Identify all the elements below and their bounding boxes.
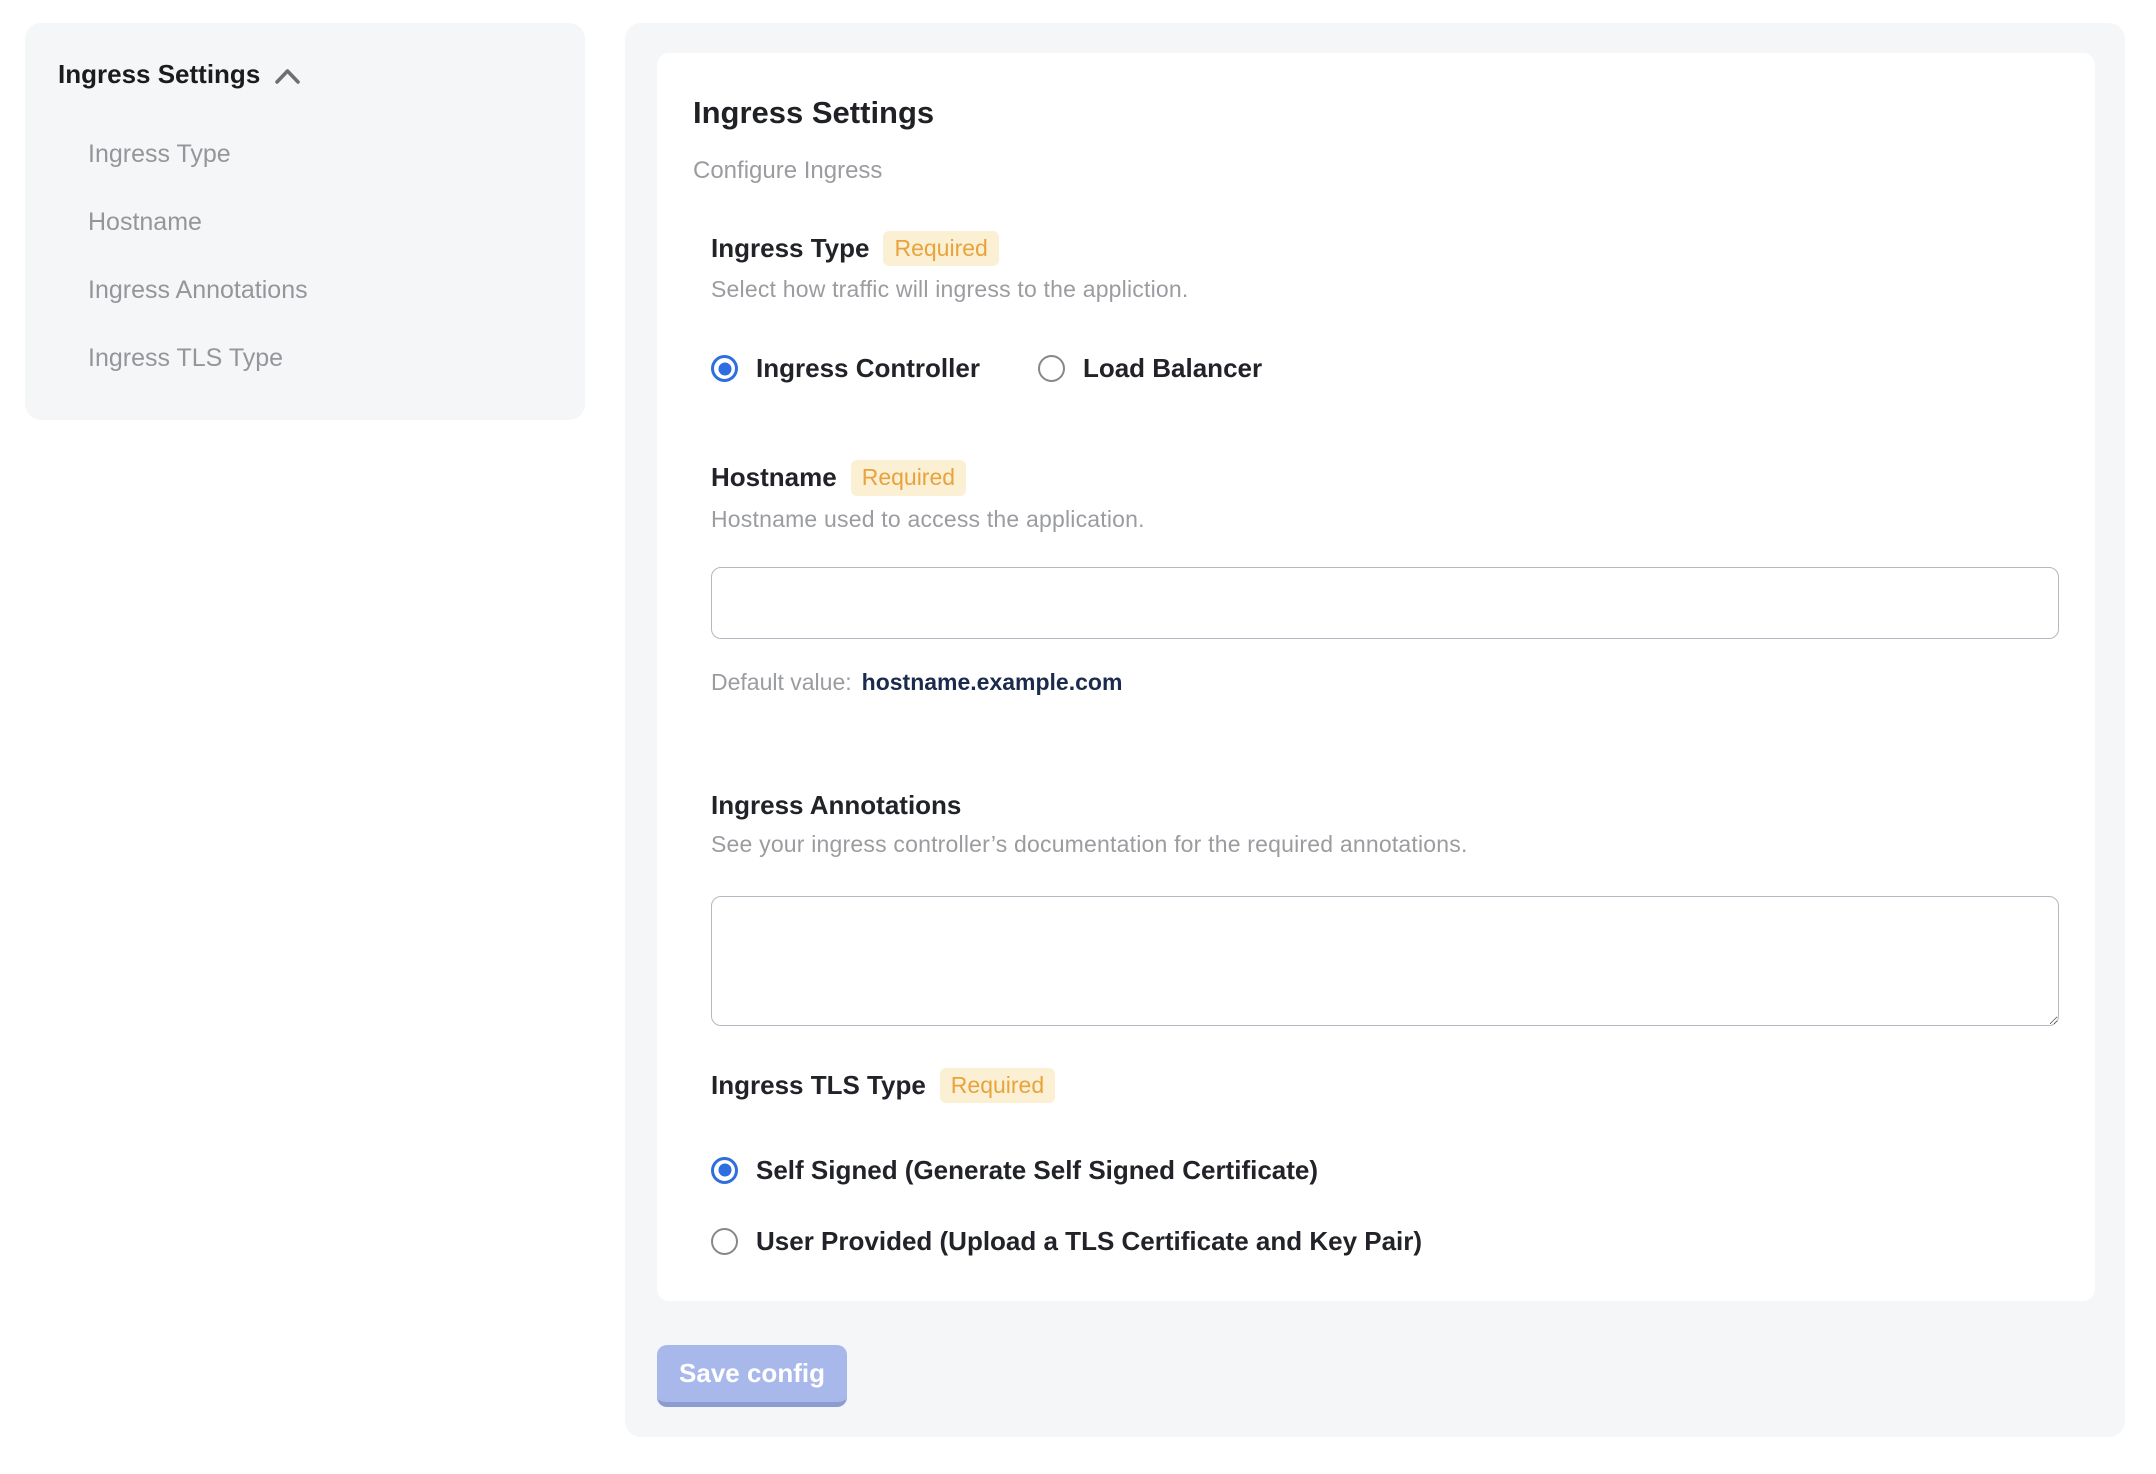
settings-nav-sidebar: Ingress Settings Ingress Type Hostname I… bbox=[25, 23, 585, 420]
hostname-input[interactable] bbox=[711, 566, 2059, 639]
radio-option-ingress-controller[interactable]: Ingress Controller bbox=[711, 353, 980, 384]
radio-button-icon[interactable] bbox=[711, 355, 738, 383]
radio-option-label: Self Signed (Generate Self Signed Certif… bbox=[756, 1154, 1319, 1185]
sidebar-item-ingress-tls-type[interactable]: Ingress TLS Type bbox=[88, 324, 565, 392]
required-badge: Required bbox=[939, 1067, 1056, 1103]
page: Ingress Settings Ingress Type Hostname I… bbox=[0, 0, 2156, 1474]
required-badge: Required bbox=[883, 231, 999, 267]
chevron-up-icon[interactable] bbox=[274, 68, 301, 85]
section-hostname: Hostname Required Hostname used to acces… bbox=[711, 460, 2059, 695]
radio-button-icon[interactable] bbox=[711, 1227, 738, 1255]
save-config-button[interactable]: Save config bbox=[657, 1345, 847, 1407]
radio-option-label: Ingress Controller bbox=[756, 353, 980, 384]
hostname-label: Hostname bbox=[711, 462, 837, 493]
hostname-description: Hostname used to access the application. bbox=[711, 505, 1145, 532]
ingress-type-description: Select how traffic will ingress to the a… bbox=[711, 276, 1189, 303]
ingress-annotations-label: Ingress Annotations bbox=[711, 789, 962, 820]
page-subtitle: Configure Ingress bbox=[693, 157, 883, 184]
required-badge: Required bbox=[850, 460, 967, 496]
sidebar-item-ingress-annotations[interactable]: Ingress Annotations bbox=[88, 256, 565, 324]
ingress-tls-type-label: Ingress TLS Type bbox=[711, 1069, 926, 1100]
radio-option-load-balancer[interactable]: Load Balancer bbox=[1037, 353, 1263, 384]
sidebar-item-hostname[interactable]: Hostname bbox=[88, 188, 565, 256]
ingress-type-radio-group: Ingress Controller Load Balancer bbox=[711, 353, 2059, 384]
section-ingress-tls-type: Ingress TLS Type Required Self Signed (G… bbox=[711, 1067, 2059, 1257]
ingress-tls-type-radio-group: Self Signed (Generate Self Signed Certif… bbox=[711, 1155, 2059, 1257]
radio-button-icon[interactable] bbox=[1037, 355, 1065, 383]
section-ingress-type: Ingress Type Required Select how traffic… bbox=[711, 231, 2059, 384]
radio-option-label: Load Balancer bbox=[1082, 353, 1263, 384]
radio-option-label: User Provided (Upload a TLS Certificate … bbox=[756, 1225, 1423, 1256]
default-value-text: hostname.example.com bbox=[861, 668, 1123, 695]
radio-option-user-provided[interactable]: User Provided (Upload a TLS Certificate … bbox=[711, 1226, 2059, 1257]
hostname-default-line: Default value: hostname.example.com bbox=[711, 669, 2059, 696]
ingress-annotations-description: See your ingress controller’s documentat… bbox=[711, 830, 1468, 857]
default-value-label: Default value: bbox=[711, 668, 852, 695]
page-title: Ingress Settings bbox=[693, 95, 935, 130]
sidebar-item-ingress-type[interactable]: Ingress Type bbox=[88, 120, 565, 188]
sidebar-section-title: Ingress Settings bbox=[58, 59, 261, 89]
ingress-type-label: Ingress Type bbox=[711, 233, 870, 264]
sidebar-items: Ingress Type Hostname Ingress Annotation… bbox=[58, 120, 565, 392]
sidebar-section-toggle[interactable]: Ingress Settings bbox=[58, 59, 565, 90]
ingress-annotations-textarea[interactable] bbox=[711, 895, 2059, 1026]
radio-button-icon[interactable] bbox=[711, 1156, 738, 1184]
settings-panel: Ingress Settings Configure Ingress Ingre… bbox=[625, 23, 2125, 1437]
ingress-settings-card: Ingress Settings Configure Ingress Ingre… bbox=[657, 53, 2095, 1301]
radio-option-self-signed[interactable]: Self Signed (Generate Self Signed Certif… bbox=[711, 1155, 2059, 1186]
section-ingress-annotations: Ingress Annotations See your ingress con… bbox=[711, 790, 2059, 1026]
